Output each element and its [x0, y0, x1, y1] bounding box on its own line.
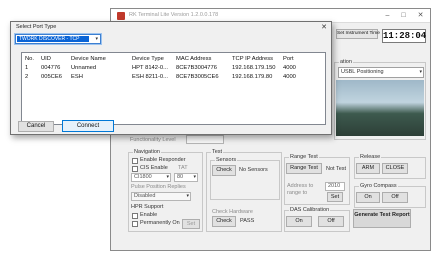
- cell-mac-address: 8CE7B3004776: [176, 65, 217, 71]
- address-value-field[interactable]: 2010: [325, 182, 345, 191]
- range-test-status: Not Test: [326, 166, 347, 172]
- cell-ip-address: 192.168.179.150: [232, 65, 276, 71]
- column-header: UID: [41, 56, 51, 62]
- cell-uid: 005CE6: [41, 74, 62, 80]
- chevron-down-icon: ▾: [193, 174, 196, 180]
- sensors-status: No Sensors: [239, 167, 268, 173]
- hpr-enable-checkbox[interactable]: [132, 213, 138, 219]
- enable-responder-label: Enable Responder: [140, 157, 186, 163]
- cell-mac-address: 8CE7B3005CE6: [176, 74, 219, 80]
- dialog-close-icon[interactable]: ✕: [321, 23, 327, 31]
- close-icon[interactable]: ✕: [416, 11, 425, 20]
- column-header: Device Type: [132, 56, 164, 62]
- hpr-set-button[interactable]: Set: [182, 219, 200, 229]
- device-list-header: No. UID Device Name Device Type MAC Addr…: [22, 55, 325, 64]
- cell-no: 2: [25, 74, 29, 80]
- cell-device-name: ESH: [71, 74, 83, 80]
- positioning-group-title: ation: [339, 59, 353, 65]
- cis-enable-checkbox[interactable]: [132, 166, 138, 172]
- table-row[interactable]: 2 005CE6 ESH ESH 8211-0... 8CE7B3005CE6 …: [22, 73, 325, 82]
- app-logo-icon: [117, 12, 125, 20]
- release-close-button[interactable]: CLOSE: [382, 163, 408, 174]
- chevron-down-icon: ▾: [166, 174, 169, 180]
- channel-value: CI1800: [134, 174, 152, 180]
- column-header: Device Name: [71, 56, 106, 62]
- range-address-set-button[interactable]: Set: [327, 192, 343, 202]
- hardware-status: PASS: [240, 218, 255, 224]
- chevron-down-icon: ▾: [419, 69, 422, 75]
- range-test-group-title: Range Test: [289, 154, 319, 160]
- gyro-off-button[interactable]: Off: [382, 192, 408, 203]
- release-arm-button[interactable]: ARM: [356, 163, 380, 174]
- test-group-title: Test: [211, 149, 224, 155]
- gyro-on-button[interactable]: On: [356, 192, 380, 203]
- das-on-button[interactable]: On: [286, 216, 312, 227]
- tat-value: 80: [177, 174, 184, 180]
- chevron-down-icon: ▾: [186, 193, 189, 199]
- cell-no: 1: [25, 65, 29, 71]
- column-header: TCP IP Address: [232, 56, 274, 62]
- hpr-permanently-on-label: Permanently On: [140, 220, 180, 226]
- check-hardware-label: Check Hardware: [212, 209, 253, 215]
- port-type-select[interactable]: TWORK DISCOVER - TCP ▾: [14, 33, 102, 45]
- select-port-type-dialog: Select Port Type ✕ TWORK DISCOVER - TCP …: [10, 21, 332, 135]
- maximize-icon[interactable]: □: [399, 11, 408, 20]
- das-calibration-group-title: DAS Calibration: [289, 207, 331, 213]
- cell-port: 4000: [283, 65, 296, 71]
- address-to-range-label: Address to range to: [287, 183, 314, 196]
- cis-enable-label: CIS Enable: [140, 165, 168, 171]
- das-off-button[interactable]: Off: [318, 216, 344, 227]
- navigation-group-title: Navigation: [133, 149, 161, 155]
- cancel-button[interactable]: Cancel: [18, 121, 54, 132]
- functionality-level-field[interactable]: [186, 135, 224, 144]
- connect-button[interactable]: Connect: [62, 120, 114, 132]
- pulse-position-value: Disabled: [134, 193, 156, 199]
- cell-device-type: ESH 8211-0...: [132, 74, 168, 80]
- sensors-check-button[interactable]: Check: [212, 165, 236, 176]
- tat-label: TAT: [178, 165, 188, 171]
- hardware-check-button[interactable]: Check: [212, 216, 236, 227]
- pulse-position-label: Pulse Position Replies: [131, 184, 186, 190]
- column-header: Port: [283, 56, 294, 62]
- cell-port: 4000: [283, 74, 296, 80]
- release-group-title: Release: [359, 154, 382, 160]
- column-header: No.: [25, 56, 35, 62]
- tat-select[interactable]: 80 ▾: [174, 173, 198, 182]
- pulse-position-select[interactable]: Disabled ▾: [131, 192, 191, 201]
- range-test-button[interactable]: Range Test: [286, 163, 322, 174]
- hpr-enable-label: Enable: [140, 212, 158, 218]
- enable-responder-checkbox[interactable]: [132, 158, 138, 164]
- hpr-support-label: HPR Support: [131, 204, 164, 210]
- positioning-mode-select[interactable]: USBL Positioning ▾: [338, 67, 424, 78]
- set-instrument-time-button[interactable]: Set Instrument Time: [336, 29, 380, 39]
- functionality-level-label: Functionality Level: [130, 137, 176, 143]
- table-row[interactable]: 1 004776 Unnamed HPT 8142-0... 8CE7B3004…: [22, 64, 325, 73]
- chevron-down-icon: ▾: [95, 36, 98, 42]
- minimize-icon[interactable]: –: [383, 11, 392, 20]
- gyro-compass-group-title: Gyro Compass: [359, 183, 398, 189]
- generate-test-report-button[interactable]: Generate Test Report: [353, 209, 411, 228]
- cell-device-name: Unnamed: [71, 65, 97, 71]
- device-list[interactable]: No. UID Device Name Device Type MAC Addr…: [21, 52, 326, 125]
- cell-ip-address: 192.168.179.80: [232, 74, 273, 80]
- positioning-mode-value: USBL Positioning: [341, 69, 384, 75]
- cell-device-type: HPT 8142-0...: [132, 65, 168, 71]
- port-type-value: TWORK DISCOVER - TCP: [17, 36, 89, 42]
- column-header: MAC Address: [176, 56, 212, 62]
- app-title: RK Terminal Lite Version 1.2.0.0.178: [129, 12, 219, 18]
- clock-display: 11:28:04: [382, 29, 427, 43]
- channel-select[interactable]: CI1800 ▾: [131, 173, 171, 182]
- hpr-permanently-on-checkbox[interactable]: [132, 221, 138, 227]
- dialog-title: Select Port Type: [16, 24, 57, 30]
- cell-uid: 004776: [41, 65, 61, 71]
- positioning-3d-view[interactable]: [336, 80, 424, 136]
- sensors-group-title: Sensors: [215, 157, 238, 163]
